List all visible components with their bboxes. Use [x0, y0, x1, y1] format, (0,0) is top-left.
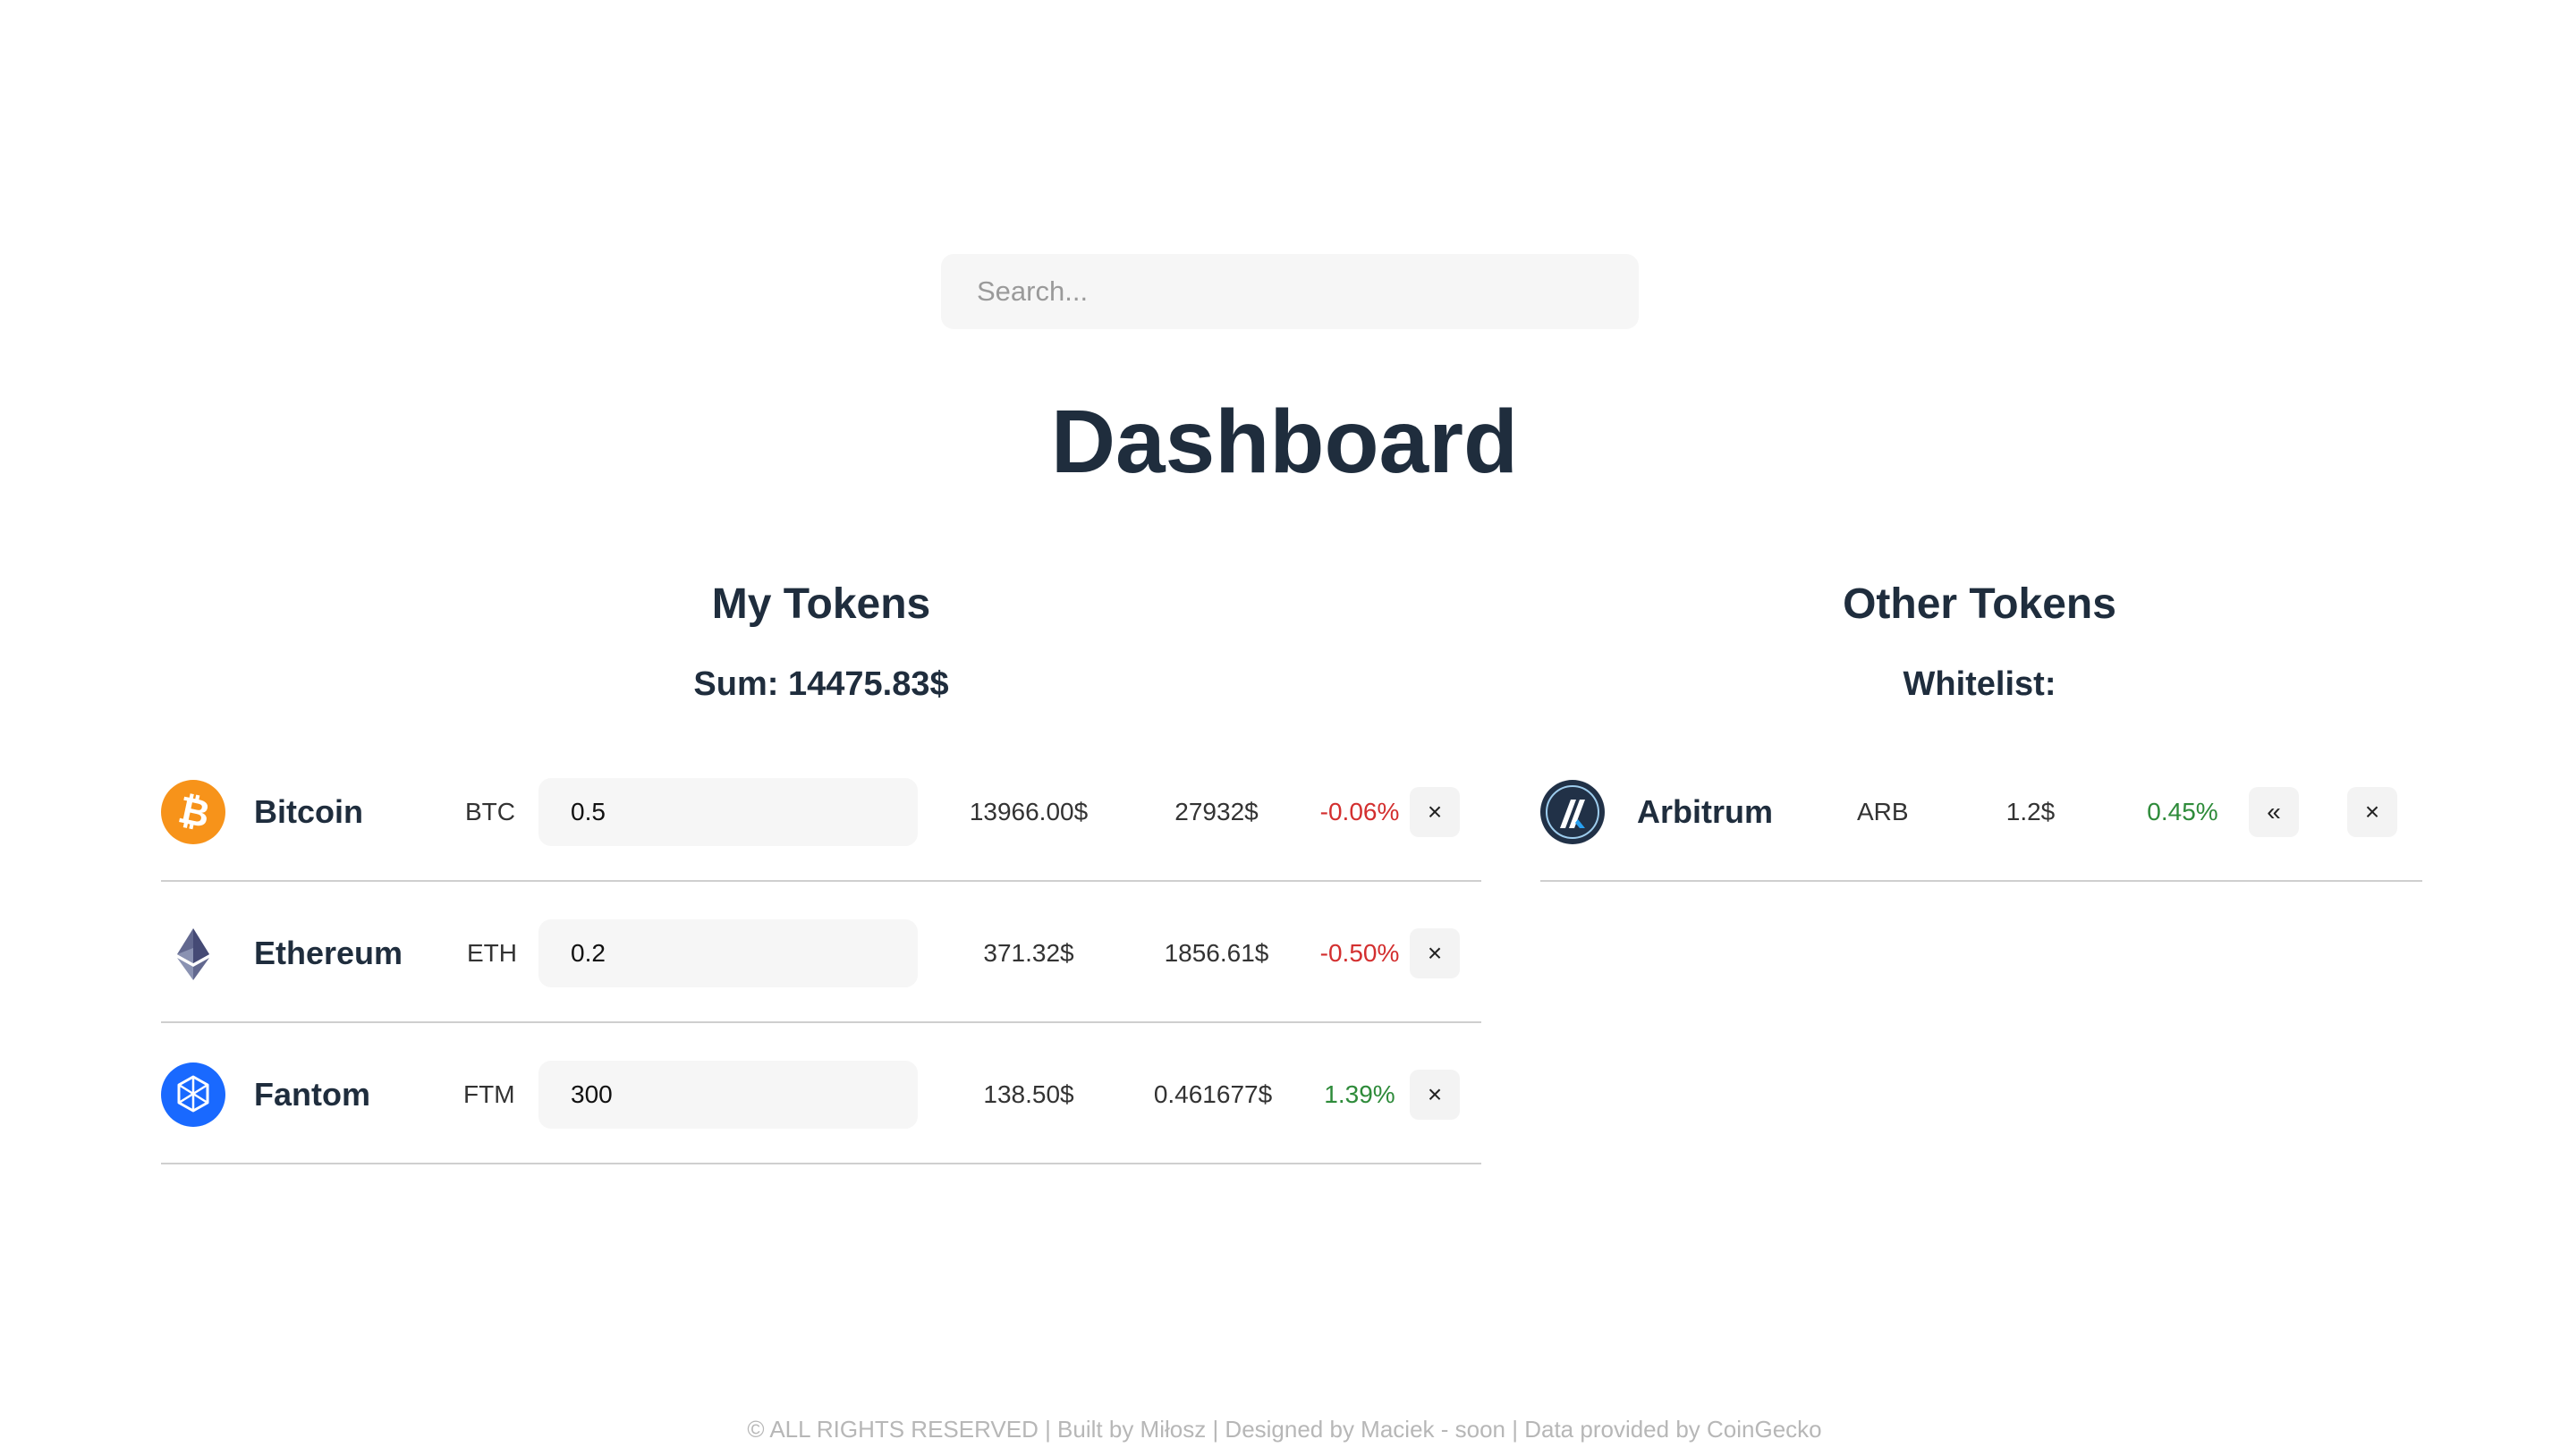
double-chevron-left-icon: « — [2267, 798, 2281, 825]
search-input[interactable] — [941, 254, 1639, 329]
price-change: -0.06% — [1319, 798, 1400, 825]
token-symbol: FTM — [463, 1080, 515, 1108]
arbitrum-icon — [1540, 780, 1605, 844]
price-change: 0.45% — [2147, 798, 2218, 825]
ethereum-icon — [161, 921, 225, 986]
my-tokens-title: My Tokens — [711, 580, 931, 628]
my-token-row-ethereum: Ethereum ETH 371.32$ 1856.61$ -0.50% × — [161, 884, 1481, 1023]
token-name: Bitcoin — [254, 793, 363, 830]
search-bar — [941, 254, 1639, 329]
other-tokens-title: Other Tokens — [1843, 580, 2116, 628]
token-price: 27932$ — [1174, 798, 1259, 825]
token-price: 0.461677$ — [1153, 1080, 1273, 1108]
price-change: -0.50% — [1319, 939, 1400, 967]
other-token-row-arbitrum: Arbitrum ARB 1.2$ 0.45% « × — [1540, 742, 2422, 882]
close-icon: × — [1427, 798, 1443, 825]
token-price: 1.2$ — [2005, 798, 2056, 825]
add-to-my-tokens-button[interactable]: « — [2249, 787, 2299, 837]
holding-value: 371.32$ — [983, 939, 1074, 967]
holding-value: 13966.00$ — [969, 798, 1089, 825]
remove-token-button[interactable]: × — [1410, 928, 1460, 978]
amount-input[interactable] — [538, 919, 918, 987]
close-icon: × — [2364, 798, 2380, 825]
token-price: 1856.61$ — [1164, 939, 1269, 967]
token-symbol: ARB — [1857, 798, 1909, 825]
holding-value: 138.50$ — [983, 1080, 1074, 1108]
amount-input[interactable] — [538, 778, 918, 846]
close-icon: × — [1427, 939, 1443, 967]
whitelist-label: Whitelist: — [1903, 665, 2056, 703]
price-change: 1.39% — [1324, 1080, 1395, 1108]
page-title: Dashboard — [1050, 392, 1519, 492]
token-name: Ethereum — [254, 935, 403, 971]
bitcoin-icon: ₿ — [161, 780, 225, 844]
token-symbol: BTC — [465, 798, 515, 825]
token-symbol: ETH — [467, 939, 517, 967]
fantom-icon — [161, 1062, 225, 1127]
my-token-row-fantom: Fantom FTM 138.50$ 0.461677$ 1.39% × — [161, 1025, 1481, 1164]
token-name: Arbitrum — [1637, 793, 1773, 830]
remove-token-button[interactable]: × — [1410, 1070, 1460, 1120]
close-icon: × — [1427, 1080, 1443, 1108]
my-token-row-bitcoin: ₿ Bitcoin BTC 13966.00$ 27932$ -0.06% × — [161, 742, 1481, 882]
portfolio-sum: Sum: 14475.83$ — [693, 665, 949, 703]
footer: © ALL RIGHTS RESERVED | Built by Miłosz … — [747, 1416, 1822, 1443]
token-name: Fantom — [254, 1076, 370, 1113]
remove-token-button[interactable]: × — [2347, 787, 2397, 837]
amount-input[interactable] — [538, 1061, 918, 1129]
remove-token-button[interactable]: × — [1410, 787, 1460, 837]
